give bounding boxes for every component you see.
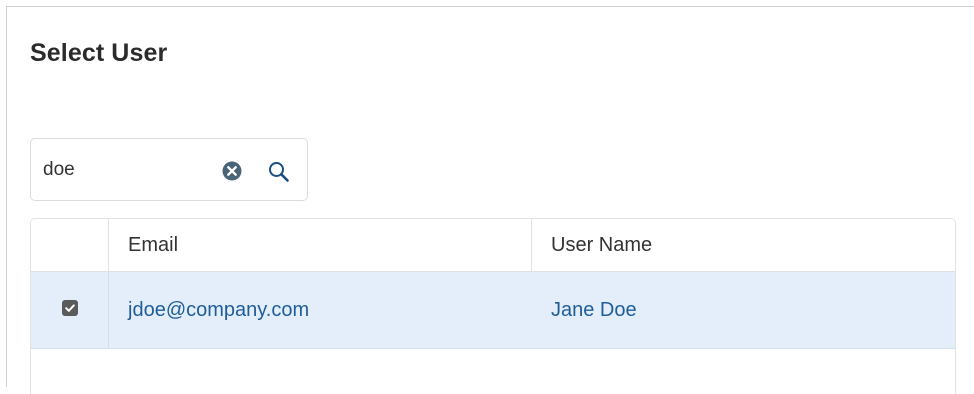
row-user-name-cell: Jane Doe [532,272,955,348]
row-select-cell[interactable] [31,272,109,348]
header-user-name-label: User Name [551,233,653,256]
table-header-row: Email User Name [31,219,955,272]
clear-icon[interactable] [222,161,242,181]
search-box [30,138,308,201]
search-input[interactable] [43,156,203,184]
table-row[interactable]: jdoe@company.com Jane Doe [31,272,955,349]
search-icon[interactable] [267,160,291,184]
row-checkbox[interactable] [61,300,78,316]
row-email: jdoe@company.com [128,298,310,321]
checkmark-icon [64,304,75,312]
header-user-name[interactable]: User Name [532,219,955,271]
dialog-title: Select User [30,39,168,67]
header-email-label: Email [128,233,179,256]
header-checkbox-column [31,219,109,271]
header-email[interactable]: Email [109,219,532,271]
users-table: Email User Name jdoe@company.com Jane Do… [30,218,956,394]
row-email-cell: jdoe@company.com [109,272,532,348]
row-user-name: Jane Doe [551,298,637,321]
select-user-dialog: Select User Email User Name [6,6,974,394]
